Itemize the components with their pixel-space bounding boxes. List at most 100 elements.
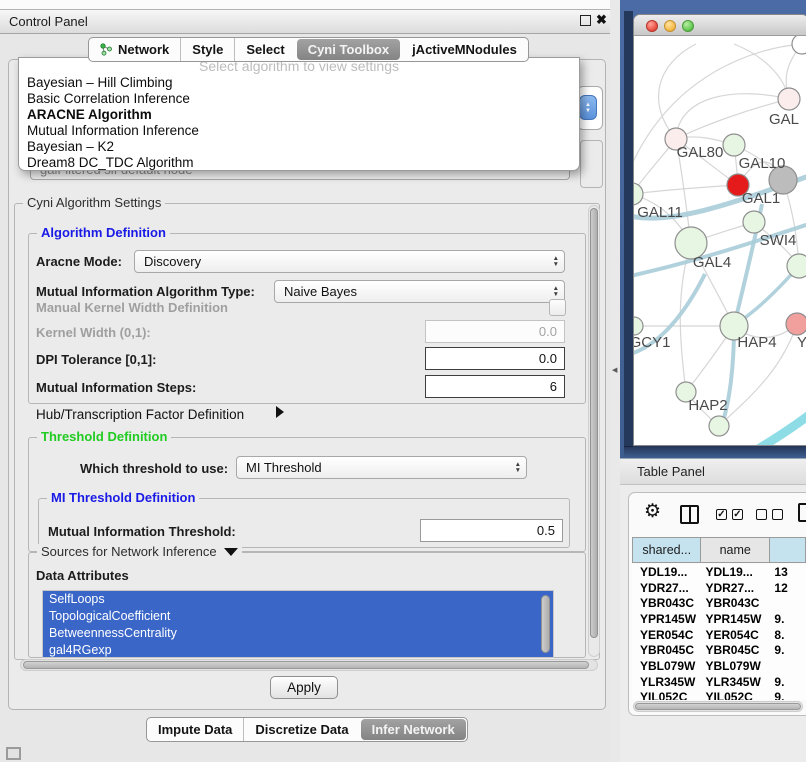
network-graph: GALGAL80GAL10GAL1GAL11SWI4GAL4GCY1HAP4YH… — [634, 36, 806, 446]
network-node[interactable] — [792, 36, 806, 54]
network-node-label: GAL80 — [677, 144, 724, 161]
combo-stepper-focused[interactable]: ▲▼ — [579, 95, 597, 120]
network-node-label: GAL1 — [742, 190, 780, 207]
tab-select[interactable]: Select — [234, 38, 295, 61]
network-node-label: GAL10 — [739, 155, 786, 172]
network-node[interactable] — [778, 88, 800, 110]
cell-shared: YER054C — [632, 628, 701, 642]
network-node[interactable] — [743, 211, 765, 233]
tab-cyni-toolbox[interactable]: Cyni Toolbox — [297, 39, 400, 60]
mi-type-label: Mutual Information Algorithm Type: — [36, 284, 255, 299]
window-top-strip — [0, 0, 610, 9]
table-row[interactable]: YBR045CYBR045C9. — [632, 642, 806, 658]
column-header-name[interactable]: name — [701, 538, 769, 562]
cell-name: YDR27... — [701, 581, 770, 595]
network-canvas[interactable]: GALGAL80GAL10GAL1GAL11SWI4GAL4GCY1HAP4YH… — [634, 36, 806, 446]
network-node[interactable] — [634, 183, 643, 205]
control-panel-titlebar: Control Panel — [0, 9, 610, 34]
manual-kernel-checkbox[interactable] — [549, 299, 566, 316]
tab-network[interactable]: Network — [89, 38, 180, 61]
table-row[interactable]: YLR345WYLR345W9. — [632, 674, 806, 690]
tab-infer-network[interactable]: Infer Network — [361, 719, 466, 740]
cell-shared: YLR345W — [632, 675, 701, 689]
network-node[interactable] — [634, 317, 643, 335]
algorithm-popup-item[interactable]: Dream8 DC_TDC Algorithm — [19, 155, 579, 171]
settings-scrollbar-thumb[interactable] — [590, 208, 598, 638]
attributes-scrollbar-thumb[interactable] — [541, 595, 550, 653]
network-node-label: GCY1 — [634, 334, 670, 351]
cell-shared: YIL052C — [632, 690, 701, 700]
table-row[interactable]: YIL052CYIL052C9. — [632, 690, 806, 701]
network-window-titlebar[interactable] — [634, 15, 806, 36]
network-node[interactable] — [723, 134, 745, 156]
gear-icon[interactable]: ⚙ — [644, 502, 661, 522]
table-row[interactable]: YBL079WYBL079W — [632, 658, 806, 674]
select-all-check-icon[interactable]: ✓ — [716, 509, 727, 520]
network-node[interactable] — [709, 416, 729, 436]
tab-discretize-data[interactable]: Discretize Data — [243, 718, 359, 741]
combo-stepper-icon: ▲▼ — [547, 256, 559, 267]
network-node[interactable] — [787, 254, 806, 278]
column-header-extra[interactable] — [770, 538, 805, 562]
network-edge — [680, 243, 691, 392]
mi-steps-field[interactable]: 6 — [425, 375, 565, 398]
zoom-traffic-light-icon[interactable] — [682, 20, 694, 32]
cell-value: 9. — [770, 612, 806, 626]
algorithm-popup-item[interactable]: Bayesian – Hill Climbing — [19, 75, 579, 91]
table-row[interactable]: YDL19...YDL19...13 — [632, 564, 806, 580]
network-node-label: HAP2 — [688, 397, 727, 414]
deselect-box-icon[interactable] — [756, 509, 767, 520]
bottom-tabs: Impute Data Discretize Data Infer Networ… — [146, 717, 468, 742]
aracne-mode-combo[interactable]: Discovery ▲▼ — [134, 250, 565, 273]
close-window-icon[interactable]: ✖ — [596, 12, 607, 28]
columns-icon[interactable] — [680, 505, 699, 524]
column-header-shared[interactable]: shared... — [633, 538, 701, 562]
algorithm-popup-item[interactable]: Bayesian – K2 — [19, 139, 579, 155]
table-row[interactable]: YDR27...YDR27...12 — [632, 580, 806, 596]
data-attribute-item[interactable]: TopologicalCoefficient — [43, 608, 553, 625]
network-edge — [634, 185, 738, 194]
minimized-panel-icon[interactable] — [6, 747, 21, 760]
data-attribute-item[interactable]: gal4RGexp — [43, 642, 553, 658]
hub-definition-label: Hub/Transcription Factor Definition — [36, 407, 244, 422]
tab-jactivemnodules[interactable]: jActiveMNodules — [401, 38, 528, 61]
table-row[interactable]: YPR145WYPR145W9. — [632, 611, 806, 627]
minimize-traffic-light-icon[interactable] — [664, 20, 676, 32]
algorithm-popup-item[interactable]: Mutual Information Inference — [19, 123, 579, 139]
network-node[interactable] — [786, 313, 806, 335]
data-attribute-item[interactable]: BetweennessCentrality — [43, 625, 553, 642]
chevron-right-icon[interactable] — [276, 406, 284, 418]
chevron-down-icon[interactable] — [224, 548, 238, 556]
data-attribute-item[interactable]: SelfLoops — [43, 591, 553, 608]
network-node-label: GAL4 — [693, 254, 731, 271]
deselect-box-icon[interactable] — [772, 509, 783, 520]
tab-style[interactable]: Style — [180, 38, 234, 61]
algorithm-popup-item[interactable]: Basic Correlation Inference — [19, 91, 579, 107]
network-view-window[interactable]: GALGAL80GAL10GAL1GAL11SWI4GAL4GCY1HAP4YH… — [633, 14, 806, 446]
select-all-check-icon[interactable]: ✓ — [732, 509, 743, 520]
close-traffic-light-icon[interactable] — [646, 20, 658, 32]
settings-hscrollbar-thumb[interactable] — [23, 661, 589, 669]
algorithm-popup-item[interactable]: ARACNE Algorithm — [19, 107, 579, 123]
dpi-tolerance-field[interactable]: 0.0 — [425, 347, 565, 370]
table-row[interactable]: YER054CYER054C8. — [632, 627, 806, 643]
apply-button[interactable]: Apply — [270, 676, 338, 699]
data-attributes-label: Data Attributes — [36, 568, 129, 583]
table-row[interactable]: YBR043CYBR043C — [632, 595, 806, 611]
table-panel-title: Table Panel — [620, 464, 705, 479]
float-window-icon[interactable] — [580, 15, 591, 26]
kernel-width-label: Kernel Width (0,1): — [36, 325, 151, 340]
splitter-collapse-icon[interactable]: ◀ — [612, 366, 617, 374]
mi-threshold-field[interactable]: 0.5 — [420, 519, 563, 542]
document-icon[interactable] — [798, 503, 806, 522]
cell-name: YER054C — [701, 628, 770, 642]
mi-threshold-label: Mutual Information Threshold: — [48, 524, 236, 539]
table-hscrollbar-thumb[interactable] — [635, 703, 801, 710]
panel-splitter[interactable]: ◀ — [610, 0, 620, 762]
cell-shared: YDR27... — [632, 581, 701, 595]
tab-impute-data[interactable]: Impute Data — [147, 718, 243, 741]
mi-type-combo[interactable]: Naive Bayes ▲▼ — [274, 280, 565, 303]
control-panel-window: Control Panel ✖ galFiltered sif default … — [0, 0, 610, 762]
kernel-width-field[interactable]: 0.0 — [425, 320, 565, 343]
which-threshold-combo[interactable]: MI Threshold ▲▼ — [236, 456, 527, 479]
